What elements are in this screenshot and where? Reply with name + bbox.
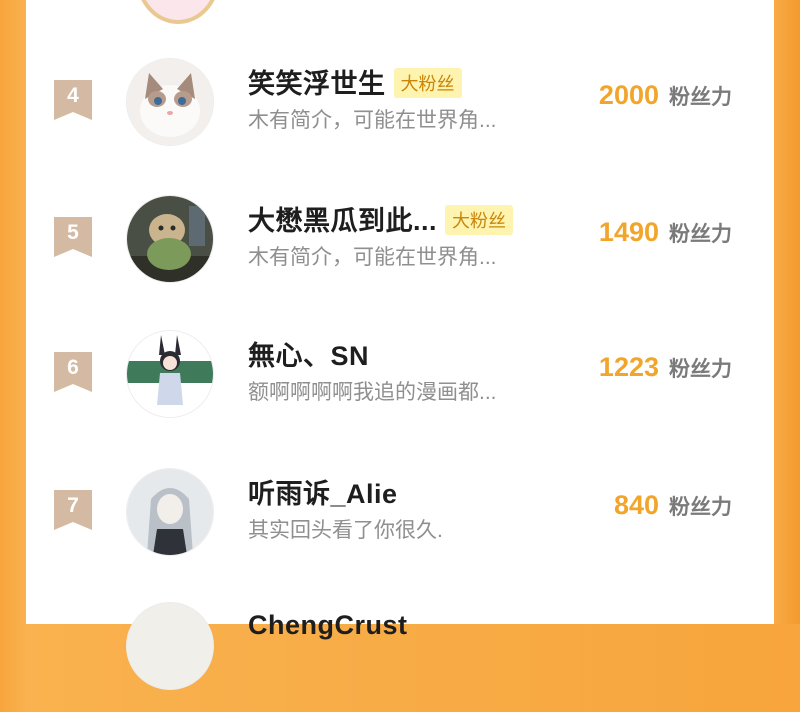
fans-power: 2000 粉丝力 xyxy=(599,80,732,111)
rank-badge: 6 xyxy=(54,352,92,392)
rank-badge: 4 xyxy=(54,80,92,120)
fans-power-value: 1490 xyxy=(598,217,659,247)
rank-number: 4 xyxy=(67,84,79,107)
user-bio: 木有简介，可能在世界角... xyxy=(248,109,497,132)
user-name-text: 笑笑浮世生 xyxy=(248,69,386,99)
fans-power-label: 粉丝力 xyxy=(669,223,732,246)
fans-power-label: 粉丝力 xyxy=(669,358,732,381)
fans-power-value: 1223 xyxy=(598,352,659,382)
rank-number: 5 xyxy=(67,221,79,244)
ranking-row[interactable]: 5 大懋黑瓜到此... 大粉丝 木有简介，可能在世界角... 1490 粉丝力 xyxy=(26,195,774,305)
user-name[interactable]: 笑笑浮世生 大粉丝 xyxy=(248,62,462,101)
user-name[interactable]: 無心、SN xyxy=(248,334,369,373)
ranking-row[interactable]: ChengCrust xyxy=(26,602,774,712)
plush-toy-avatar-icon[interactable] xyxy=(126,195,214,283)
fan-ranking-panel: 4 笑笑浮世生 大粉丝 木有简介，可能在世界角... 2000 粉丝力 5 大懋… xyxy=(26,0,774,690)
previous-avatar-partial xyxy=(136,0,220,24)
user-name[interactable]: 大懋黑瓜到此... 大粉丝 xyxy=(248,199,514,238)
fans-power-value: 840 xyxy=(613,490,659,520)
big-fan-tag: 大粉丝 xyxy=(445,205,514,235)
user-name-text: 大懋黑瓜到此... xyxy=(248,206,438,236)
fans-power: 840 粉丝力 xyxy=(614,490,732,521)
rank-number: 7 xyxy=(67,494,79,517)
fans-power-label: 粉丝力 xyxy=(669,496,732,519)
ranking-row[interactable]: 4 笑笑浮世生 大粉丝 木有简介，可能在世界角... 2000 粉丝力 xyxy=(26,58,774,168)
user-name-text: 听雨诉_Alie xyxy=(248,479,398,509)
partial-avatar-icon[interactable] xyxy=(126,602,214,690)
rank-number: 6 xyxy=(67,356,79,379)
fans-power-value: 2000 xyxy=(598,80,659,110)
fans-power: 1223 粉丝力 xyxy=(599,352,732,383)
right-border-decoration xyxy=(774,0,800,624)
ranking-row[interactable]: 6 無心、SN 额啊啊啊啊我追的漫画都... 1223 粉丝力 xyxy=(26,330,774,440)
user-bio: 额啊啊啊啊我追的漫画都... xyxy=(248,381,497,404)
cat-avatar-icon[interactable] xyxy=(126,58,214,146)
ranking-row[interactable]: 7 听雨诉_Alie 其实回头看了你很久. 840 粉丝力 xyxy=(26,468,774,578)
fans-power-label: 粉丝力 xyxy=(669,86,732,109)
rank-badge: 7 xyxy=(54,490,92,530)
rank-badge: 5 xyxy=(54,217,92,257)
user-name-text: 無心、SN xyxy=(248,341,370,371)
big-fan-tag: 大粉丝 xyxy=(393,68,462,98)
anime-girl-avatar-icon[interactable] xyxy=(126,468,214,556)
bunny-girl-avatar-icon[interactable] xyxy=(126,330,214,418)
user-name-text: ChengCrust xyxy=(248,610,408,640)
user-bio: 木有简介，可能在世界角... xyxy=(248,246,497,269)
user-bio: 其实回头看了你很久. xyxy=(248,519,443,542)
user-name[interactable]: ChengCrust xyxy=(248,610,408,641)
fans-power: 1490 粉丝力 xyxy=(599,217,732,248)
user-name[interactable]: 听雨诉_Alie xyxy=(248,472,398,511)
